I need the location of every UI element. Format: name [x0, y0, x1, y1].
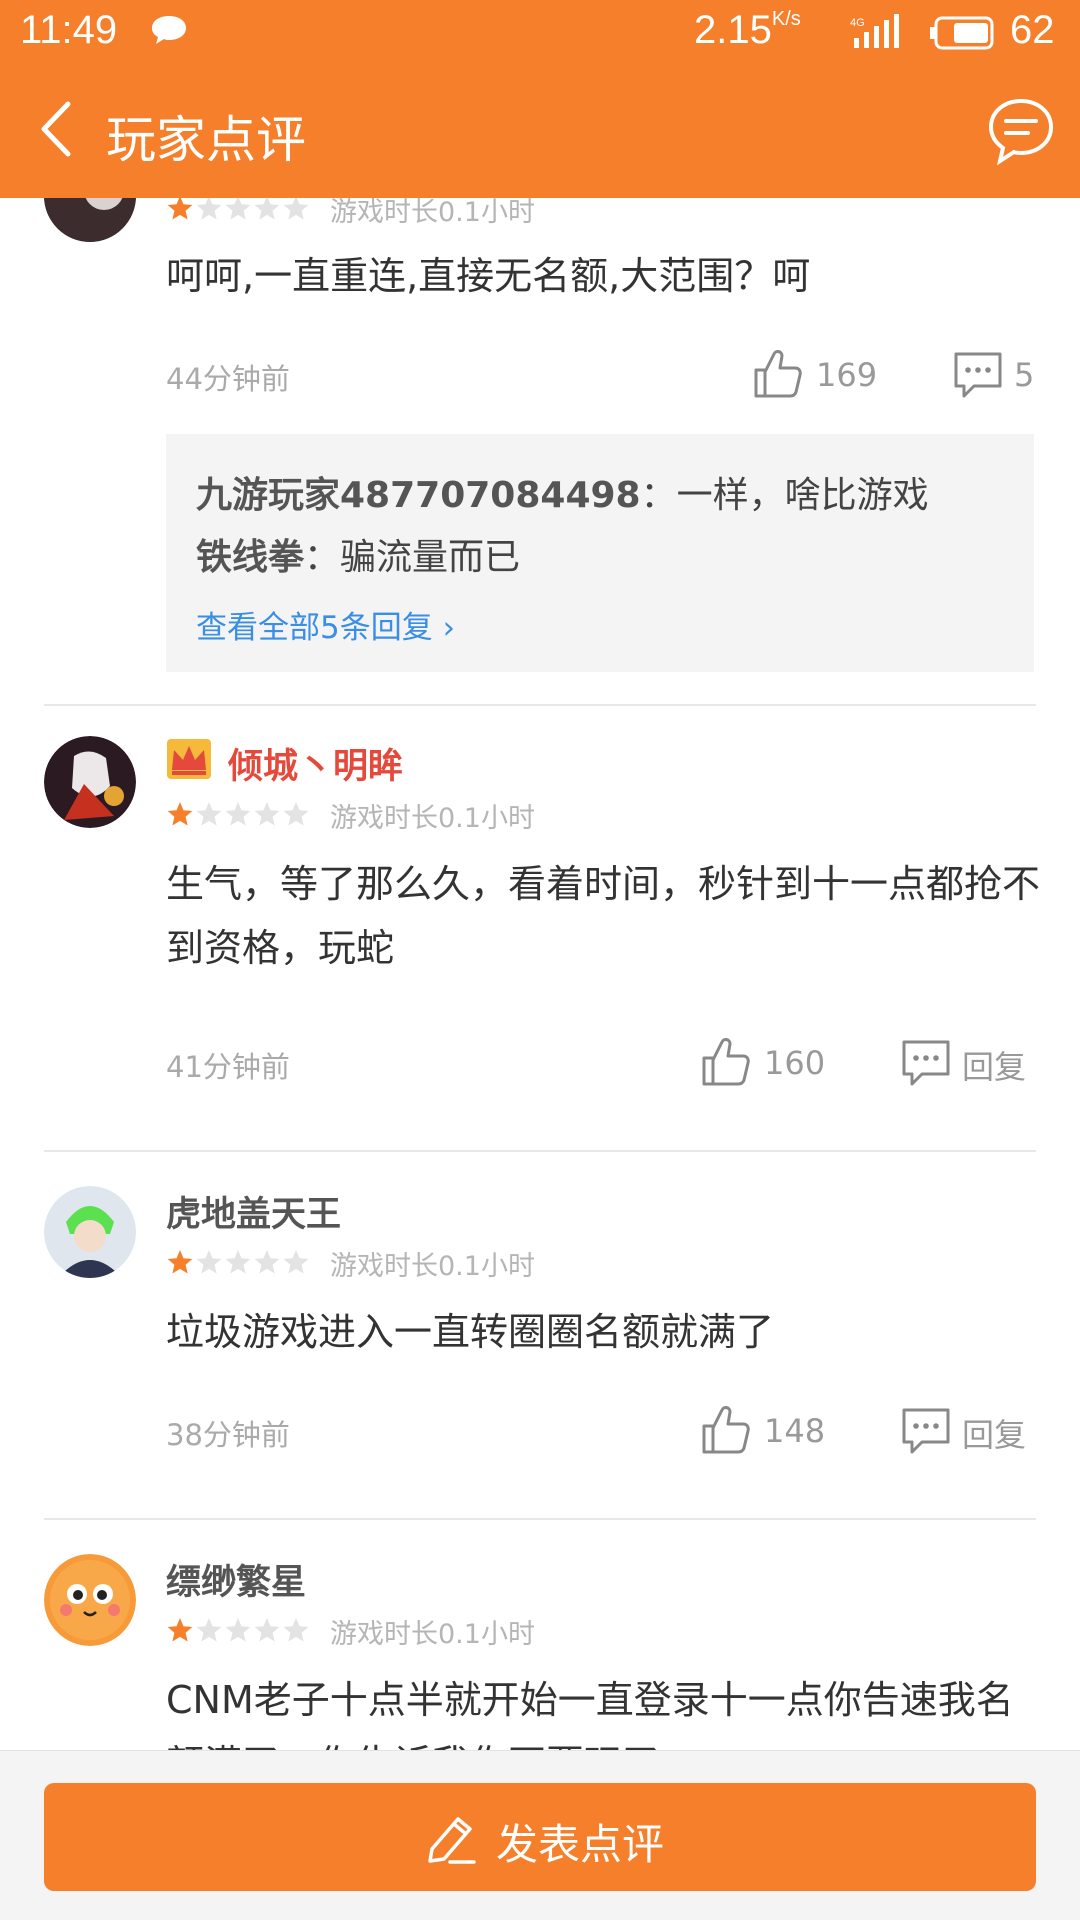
reply-button[interactable]: 回复 [962, 1042, 1026, 1088]
avatar[interactable] [44, 198, 136, 242]
like-count[interactable]: 148 [764, 1412, 825, 1450]
star-empty-icon [196, 802, 222, 826]
battery-icon [930, 16, 994, 50]
like-count[interactable]: 169 [816, 356, 877, 394]
star-empty-icon [225, 198, 251, 220]
reply-text: 一样，啥比游戏 [676, 475, 929, 516]
star-empty-icon [196, 1618, 222, 1642]
like-count[interactable]: 160 [764, 1044, 825, 1082]
star-empty-icon [283, 802, 309, 826]
star-empty-icon [254, 198, 280, 220]
page-title: 玩家点评 [106, 111, 306, 169]
star-rating [167, 198, 309, 220]
username[interactable]: 倾城丶明眸 [228, 738, 403, 789]
divider [44, 1518, 1036, 1520]
star-filled-icon [167, 198, 193, 220]
divider [44, 1150, 1036, 1152]
star-empty-icon [225, 1250, 251, 1274]
comment-icon[interactable] [900, 1406, 952, 1456]
star-empty-icon [254, 1250, 280, 1274]
reply-item: 九游玩家487707084498：一样，啥比游戏 [196, 475, 929, 516]
vip-crown-icon [167, 739, 211, 779]
network-speed: 2.15K/s [694, 8, 801, 52]
divider [44, 704, 1036, 706]
svg-text:4G: 4G [850, 17, 865, 29]
star-rating [167, 1618, 309, 1642]
thumbs-up-icon[interactable] [700, 1036, 750, 1088]
message-notification-icon [152, 16, 186, 44]
reply-item: 铁线拳：骗流量而已 [196, 537, 521, 578]
star-rating [167, 1250, 309, 1274]
thumbs-up-icon[interactable] [700, 1404, 750, 1456]
playtime-label: 游戏时长0.1小时 [330, 1251, 535, 1282]
star-filled-icon [167, 802, 193, 826]
star-empty-icon [196, 1250, 222, 1274]
reply-preview-box[interactable]: 九游玩家487707084498：一样，啥比游戏 铁线拳：骗流量而已 查看全部5… [166, 434, 1034, 672]
signal-icon: 4G [850, 14, 899, 48]
review-content: 垃圾游戏进入一直转圈圈名额就满了 [166, 1310, 775, 1354]
star-empty-icon [283, 1250, 309, 1274]
status-bar: 11:49 2.15K/s 4G 62 [0, 0, 1080, 68]
post-review-label: 发表点评 [496, 1820, 665, 1869]
playtime-label: 游戏时长0.1小时 [330, 198, 535, 228]
comment-bubble-icon[interactable] [986, 96, 1056, 166]
edit-pen-icon [428, 1817, 476, 1864]
battery-level: 62 [1010, 8, 1055, 52]
star-filled-icon [167, 1618, 193, 1642]
review-content: 呵呵,一直重连,直接无名额,大范围？呵 [166, 254, 811, 298]
time-ago: 41分钟前 [166, 1050, 290, 1084]
star-empty-icon [196, 198, 222, 220]
time-ago: 38分钟前 [166, 1418, 290, 1452]
star-empty-icon [225, 1618, 251, 1642]
chevron-right-icon: › [442, 610, 455, 646]
username[interactable]: 虎地盖天王 [166, 1186, 341, 1237]
comment-icon[interactable] [952, 350, 1004, 400]
time-ago: 44分钟前 [166, 362, 290, 396]
star-filled-icon [167, 1250, 193, 1274]
username[interactable]: 缥缈繁星 [166, 1554, 306, 1605]
view-all-replies-link[interactable]: 查看全部5条回复 › [196, 602, 455, 647]
playtime-label: 游戏时长0.1小时 [330, 1619, 535, 1650]
reply-button[interactable]: 回复 [962, 1410, 1026, 1456]
reply-text: 骗流量而已 [340, 537, 521, 578]
star-empty-icon [283, 198, 309, 220]
clock: 11:49 [20, 8, 118, 52]
avatar[interactable] [44, 1186, 136, 1278]
star-empty-icon [254, 1618, 280, 1642]
avatar[interactable] [44, 736, 136, 828]
bottom-bar: 发表点评 [0, 1750, 1080, 1920]
review-content: 生气，等了那么久，看着时间，秒针到十一点都抢不到资格，玩蛇 [166, 862, 1041, 970]
review-list[interactable]: 游戏时长0.1小时 呵呵,一直重连,直接无名额,大范围？呵 44分钟前 169 … [0, 198, 1080, 1750]
playtime-label: 游戏时长0.1小时 [330, 803, 535, 834]
star-empty-icon [283, 1618, 309, 1642]
comment-count[interactable]: 5 [1014, 356, 1034, 394]
thumbs-up-icon[interactable] [752, 348, 802, 400]
reply-user[interactable]: 铁线拳 [196, 537, 304, 578]
back-arrow-icon[interactable] [34, 98, 78, 160]
app-bar: 玩家点评 [0, 68, 1080, 198]
star-rating [167, 802, 309, 826]
comment-icon[interactable] [900, 1038, 952, 1088]
reply-user[interactable]: 九游玩家487707084498 [196, 475, 641, 516]
post-review-button[interactable]: 发表点评 [44, 1783, 1036, 1891]
avatar[interactable] [44, 1554, 136, 1646]
review-content: CNM老子十点半就开始一直登录十一点你告速我名额满了，你告诉我你不要玩了 [166, 1678, 1014, 1750]
star-empty-icon [225, 802, 251, 826]
star-empty-icon [254, 802, 280, 826]
